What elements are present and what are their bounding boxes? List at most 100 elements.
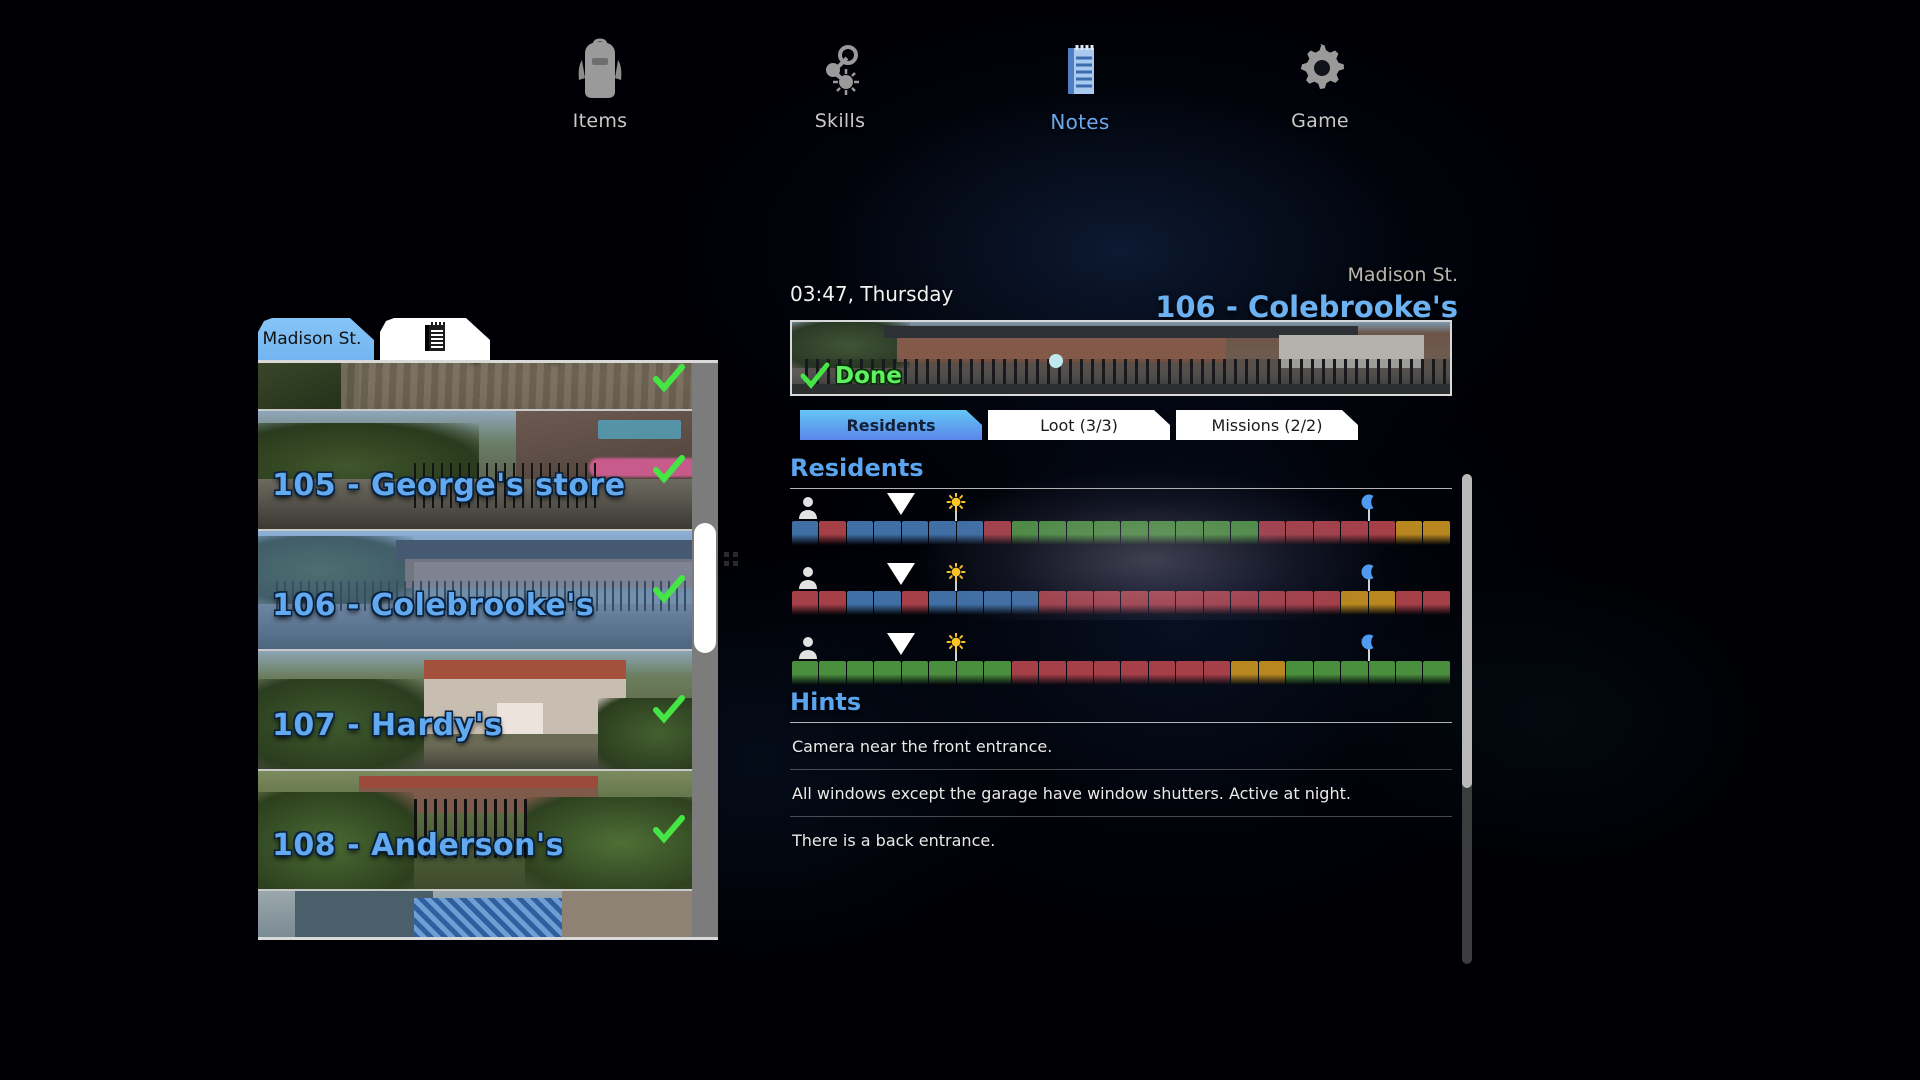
resident-schedule-bar[interactable] xyxy=(792,591,1450,615)
list-item[interactable]: 108 - Anderson's xyxy=(258,771,718,891)
schedule-segment[interactable] xyxy=(846,521,874,545)
schedule-segment[interactable] xyxy=(1176,661,1203,685)
schedule-segment[interactable] xyxy=(1313,521,1341,545)
house-thumbnail xyxy=(258,891,718,937)
schedule-segment[interactable] xyxy=(1258,661,1286,685)
schedule-segment[interactable] xyxy=(1395,591,1423,615)
schedule-segment[interactable] xyxy=(929,591,956,615)
schedule-segment[interactable] xyxy=(1011,521,1039,545)
schedule-segment[interactable] xyxy=(874,521,901,545)
schedule-segment[interactable] xyxy=(1203,591,1231,615)
schedule-segment[interactable] xyxy=(1368,591,1395,615)
schedule-segment[interactable] xyxy=(1121,591,1148,615)
schedule-segment[interactable] xyxy=(956,521,984,545)
schedule-segment[interactable] xyxy=(1258,591,1286,615)
resident-schedule-bar[interactable] xyxy=(792,521,1450,545)
schedule-segment[interactable] xyxy=(956,591,984,615)
resident-schedule-bar[interactable] xyxy=(792,661,1450,685)
list-item[interactable]: 107 - Hardy's xyxy=(258,651,718,771)
schedule-segment[interactable] xyxy=(1066,661,1093,685)
schedule-segment[interactable] xyxy=(1313,661,1341,685)
schedule-segment[interactable] xyxy=(901,521,929,545)
schedule-segment[interactable] xyxy=(1011,661,1039,685)
schedule-segment[interactable] xyxy=(1093,521,1121,545)
schedule-segment[interactable] xyxy=(819,521,846,545)
schedule-segment[interactable] xyxy=(1341,661,1368,685)
nav-item-skills[interactable]: Skills xyxy=(720,38,960,132)
schedule-segment[interactable] xyxy=(1368,521,1395,545)
schedule-segment[interactable] xyxy=(1231,661,1258,685)
schedule-segment[interactable] xyxy=(1039,661,1066,685)
tab-missions[interactable]: Missions (2/2) xyxy=(1176,410,1358,440)
schedule-segment[interactable] xyxy=(792,521,819,545)
schedule-segment[interactable] xyxy=(1423,661,1450,685)
schedule-segment[interactable] xyxy=(1395,661,1423,685)
schedule-segment[interactable] xyxy=(1231,521,1258,545)
schedule-segment[interactable] xyxy=(1341,591,1368,615)
schedule-segment[interactable] xyxy=(1176,521,1203,545)
schedule-segment[interactable] xyxy=(1148,521,1176,545)
house-list[interactable]: 104 - Local Junkyard 105 - George's stor… xyxy=(258,360,718,940)
schedule-segment[interactable] xyxy=(1341,521,1368,545)
schedule-segment[interactable] xyxy=(984,521,1011,545)
schedule-segment[interactable] xyxy=(1066,591,1093,615)
schedule-segment[interactable] xyxy=(1148,591,1176,615)
schedule-segment[interactable] xyxy=(846,591,874,615)
schedule-segment[interactable] xyxy=(1176,591,1203,615)
schedule-segment[interactable] xyxy=(1231,591,1258,615)
tab-notes-list[interactable] xyxy=(380,318,490,360)
detail-scrollbar-track[interactable] xyxy=(1462,474,1472,964)
schedule-segment[interactable] xyxy=(1286,661,1313,685)
tab-madison-st[interactable]: Madison St. xyxy=(258,318,374,360)
schedule-segment[interactable] xyxy=(929,521,956,545)
schedule-segment[interactable] xyxy=(1203,521,1231,545)
schedule-segment[interactable] xyxy=(901,661,929,685)
schedule-segment[interactable] xyxy=(1093,661,1121,685)
schedule-segment[interactable] xyxy=(1011,591,1039,615)
list-item[interactable] xyxy=(258,891,718,937)
schedule-segment[interactable] xyxy=(792,661,819,685)
schedule-segment[interactable] xyxy=(792,591,819,615)
schedule-segment[interactable] xyxy=(1313,591,1341,615)
list-item-selected[interactable]: 106 - Colebrooke's xyxy=(258,531,718,651)
schedule-segment[interactable] xyxy=(1286,521,1313,545)
resident-row[interactable] xyxy=(790,492,1452,559)
list-scrollbar-track[interactable] xyxy=(692,363,718,937)
schedule-segment[interactable] xyxy=(956,661,984,685)
schedule-segment[interactable] xyxy=(984,661,1011,685)
schedule-segment[interactable] xyxy=(1121,661,1148,685)
schedule-segment[interactable] xyxy=(819,591,846,615)
schedule-segment[interactable] xyxy=(1203,661,1231,685)
schedule-segment[interactable] xyxy=(929,661,956,685)
nav-item-game[interactable]: Game xyxy=(1200,38,1440,132)
schedule-segment[interactable] xyxy=(901,591,929,615)
schedule-segment[interactable] xyxy=(874,661,901,685)
panel-resize-grip[interactable] xyxy=(722,550,740,568)
schedule-segment[interactable] xyxy=(1286,591,1313,615)
list-item[interactable]: 104 - Local Junkyard xyxy=(258,363,718,411)
schedule-segment[interactable] xyxy=(1148,661,1176,685)
schedule-segment[interactable] xyxy=(819,661,846,685)
schedule-segment[interactable] xyxy=(1368,661,1395,685)
schedule-segment[interactable] xyxy=(846,661,874,685)
schedule-segment[interactable] xyxy=(984,591,1011,615)
tab-residents[interactable]: Residents xyxy=(800,410,982,440)
schedule-segment[interactable] xyxy=(1121,521,1148,545)
nav-item-items[interactable]: Items xyxy=(480,38,720,132)
schedule-segment[interactable] xyxy=(874,591,901,615)
schedule-segment[interactable] xyxy=(1423,521,1450,545)
schedule-segment[interactable] xyxy=(1039,521,1066,545)
schedule-segment[interactable] xyxy=(1395,521,1423,545)
schedule-segment[interactable] xyxy=(1039,591,1066,615)
resident-row[interactable] xyxy=(790,562,1452,629)
tab-missions-label: Missions (2/2) xyxy=(1211,415,1323,435)
schedule-segment[interactable] xyxy=(1066,521,1093,545)
list-item[interactable]: 105 - George's store xyxy=(258,411,718,531)
schedule-segment[interactable] xyxy=(1423,591,1450,615)
schedule-segment[interactable] xyxy=(1258,521,1286,545)
list-scrollbar-thumb[interactable] xyxy=(694,523,716,653)
detail-scrollbar-thumb[interactable] xyxy=(1462,474,1472,788)
tab-loot[interactable]: Loot (3/3) xyxy=(988,410,1170,440)
schedule-segment[interactable] xyxy=(1093,591,1121,615)
nav-item-notes[interactable]: Notes xyxy=(960,38,1200,134)
